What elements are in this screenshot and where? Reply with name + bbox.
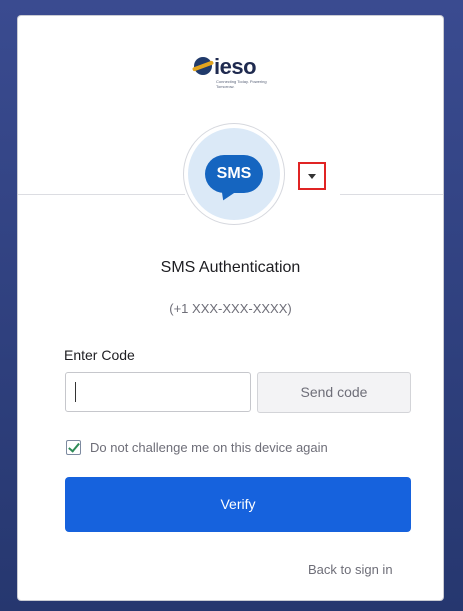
sms-chat-bubble-icon: SMS xyxy=(205,155,263,193)
verify-button[interactable]: Verify xyxy=(65,477,411,532)
factor-dropdown-button[interactable] xyxy=(298,162,326,190)
remember-device-checkbox[interactable] xyxy=(66,440,81,455)
back-to-sign-in-link[interactable]: Back to sign in xyxy=(308,562,393,577)
enter-code-label: Enter Code xyxy=(64,347,135,363)
code-input[interactable] xyxy=(65,372,251,412)
auth-card: ieso Connecting Today. Powering Tomorrow… xyxy=(18,16,443,600)
masked-phone-number: (+1 XXX-XXX-XXXX) xyxy=(169,301,292,316)
remember-device-label[interactable]: Do not challenge me on this device again xyxy=(90,440,328,455)
logo-tagline: Connecting Today. Powering Tomorrow. xyxy=(216,79,267,89)
page-title: SMS Authentication xyxy=(160,259,301,276)
globe-icon xyxy=(194,57,212,75)
logo-wordmark: ieso xyxy=(214,54,257,79)
send-code-button[interactable]: Send code xyxy=(257,372,411,413)
caret-down-icon xyxy=(308,174,316,179)
text-cursor xyxy=(75,382,76,402)
divider-right xyxy=(340,194,443,195)
factor-icon-bg: SMS xyxy=(188,128,280,220)
divider-left xyxy=(18,194,185,195)
ieso-logo: ieso Connecting Today. Powering Tomorrow… xyxy=(194,54,314,104)
factor-icon: SMS xyxy=(184,124,284,224)
